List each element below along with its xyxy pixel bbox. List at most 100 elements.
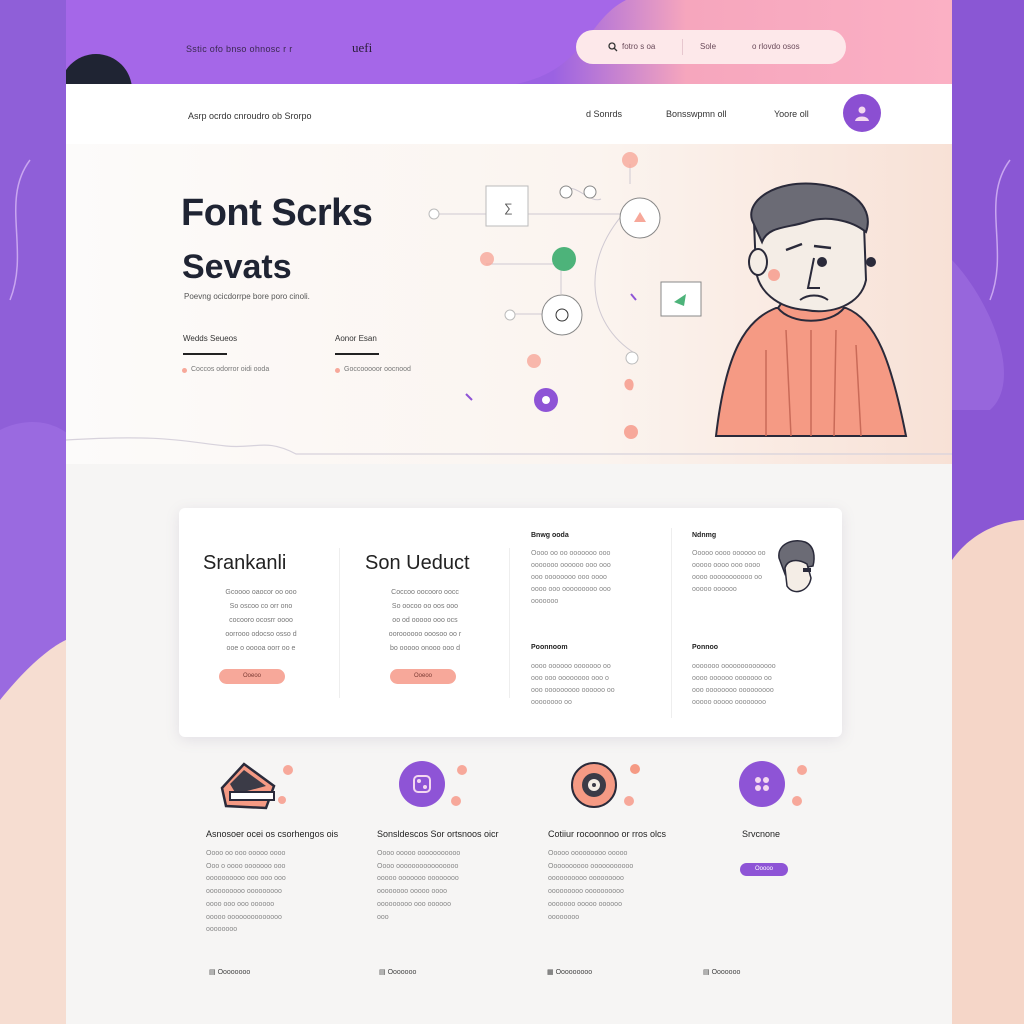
grid-icon <box>739 761 785 807</box>
text-line: Oooooooooo ooooooooooo <box>548 862 634 870</box>
banner-tagline: Sstic ofo bnso ohnosc r r <box>186 44 293 54</box>
text-line: ooooo ooooo oooooooo <box>692 699 766 706</box>
text-line: ooooooo oooooo ooo ooo <box>531 562 611 569</box>
nav-link-1[interactable]: d Sonrds <box>586 109 622 119</box>
text-line: Ooooo oooo oooooo oo <box>692 550 766 557</box>
card-col4-text-1: Ooooo oooo oooooo oo ooooo oooo ooo oooo… <box>692 548 766 596</box>
user-icon <box>855 106 869 121</box>
text-line: bo ooooo onooo ooo d <box>389 645 461 652</box>
feature-2-text: Oooo ooooo ooooooooooo Oooo oooooooooooo… <box>377 848 460 924</box>
text-line: ooooo oooooo <box>692 586 737 593</box>
text-line: ooo oooooooo ooooooooo <box>692 687 774 694</box>
text-line: ooooo ooooooo oooooooo <box>377 875 459 883</box>
camera-icon <box>571 762 617 808</box>
stat-1-dot <box>182 368 187 373</box>
text-line: oooooooo <box>206 926 238 934</box>
text-line: So oscoo co orr ono <box>229 603 293 610</box>
card-col2-button[interactable]: Ooeoo <box>390 669 456 684</box>
text-line: oooooooooo ooooooooo <box>206 888 282 896</box>
text-line: oooo ooooooooooo oo <box>692 574 763 581</box>
feature-3-footer[interactable]: ▦ Ooooooooo <box>547 968 592 976</box>
search-bar[interactable]: fotro s oa Sole o rlovdo osos <box>576 30 846 64</box>
breadcrumb[interactable]: Asrp ocrdo cnroudro ob Srorpo <box>188 111 312 121</box>
text-line: Coccoo oocooro oocc <box>391 589 459 596</box>
text-line: ooooooo <box>531 598 559 605</box>
stat-2-dot <box>335 368 340 373</box>
card-col1-button[interactable]: Ooeoo <box>219 669 285 684</box>
card-col1-title: Srankanli <box>203 552 287 574</box>
decor-dot <box>797 765 807 775</box>
hero-bottom-wave <box>66 437 952 455</box>
feature-3-title: Cotiiur rocoonnoo or rros olcs <box>548 829 667 839</box>
text-line: Oooo oo ooo ooooo oooo <box>206 850 286 857</box>
feature-1-title: Asnosoer ocei os csorhengos ois <box>206 829 339 839</box>
feature-4-button[interactable]: Ooooo <box>740 863 788 876</box>
grid-glyph <box>755 777 769 791</box>
feature-4-footer[interactable]: ▤ Ooooooo <box>703 968 740 976</box>
search-field-3[interactable]: o rlovdo osos <box>752 42 800 51</box>
text-line: ooooo oooooooooooooo <box>206 913 282 921</box>
avatar-button[interactable] <box>843 94 881 132</box>
search-divider <box>682 39 683 55</box>
text-line: oooooooo <box>548 913 580 921</box>
hero-subtitle: Poevng ocicdorrpe bore poro cinoli. <box>184 292 310 301</box>
text-line: ooooooo oooooooooooooo <box>692 663 776 670</box>
divider <box>509 548 510 698</box>
hero-network-illustration: ∑ <box>428 152 702 439</box>
hero-section: Font Scrks Sevats Poevng ocicdorrpe bore… <box>66 144 952 464</box>
brand-logo[interactable]: uefi <box>352 40 372 56</box>
text-line: So oocoo oo oos ooo <box>391 603 459 610</box>
feature-4-footer-label: Ooooooo <box>711 969 741 976</box>
card-col3-text-2: oooo oooooo ooooooo oo ooo ooo oooooooo … <box>531 661 615 709</box>
card-col2-title: Son Ueduct <box>365 552 470 574</box>
card-col3-text-1: Oooo oo oo ooooooo ooo ooooooo oooooo oo… <box>531 548 611 608</box>
feature-1-footer-label: Oooooooo <box>217 969 251 976</box>
feature-3-text: Ooooo ooooooooo ooooo Oooooooooo ooooooo… <box>548 848 633 924</box>
text-line: oooooooooo ooo ooo ooo <box>206 875 286 883</box>
card-col4-title-1: Ndnmg <box>692 532 717 539</box>
text-line: oooooooooo ooooooooo <box>548 875 624 883</box>
card-col3-title-1: Bnwg ooda <box>531 532 569 539</box>
text-line: oorrooo odocso osso d <box>225 631 297 638</box>
text-line: ooooooo ooooo oooooo <box>548 900 622 908</box>
search-field-1[interactable]: fotro s oa <box>622 42 655 51</box>
divider <box>339 548 340 698</box>
text-line: Gcoooo oaocor oo ooo <box>225 589 297 596</box>
stat-1-line: Coccos odorror oidi ooda <box>191 366 270 373</box>
stat-2-bar <box>335 353 379 355</box>
dice-glyph <box>413 775 431 793</box>
text-line: Ooooo ooooooooo ooooo <box>548 850 628 857</box>
dice-icon <box>399 761 445 807</box>
info-card: Srankanli Gcoooo oaocor oo ooo So oscoo … <box>179 508 842 737</box>
card-col3-title-2: Poonnoom <box>531 644 568 651</box>
text-line: oooo ooo ooooooooo ooo <box>531 586 611 593</box>
text-line: oooooooo oo <box>531 699 572 706</box>
feature-1-footer[interactable]: ▤ Oooooooo <box>209 968 250 976</box>
nav-link-2[interactable]: Bonsswpmn oll <box>666 109 727 119</box>
decor-dot <box>630 764 640 774</box>
feature-2-footer[interactable]: ▤ Ooooooo <box>379 968 416 976</box>
search-field-2[interactable]: Sole <box>700 42 716 51</box>
divider <box>671 528 672 718</box>
decor-dot <box>457 765 467 775</box>
stat-1-title: Wedds Seueos <box>183 334 238 343</box>
stat-2-title: Aonor Esan <box>335 334 377 343</box>
text-line: oo od ooooo ooo ocs <box>392 617 458 624</box>
laptop-icon <box>220 762 293 810</box>
chart-icon: ▦ <box>547 969 556 976</box>
text-line: ooe o ooooa oorr oo e <box>226 645 296 652</box>
character-illustration <box>714 182 908 437</box>
doc-icon: ▤ <box>379 969 388 976</box>
card-col4-title-2: Ponnoo <box>692 644 719 651</box>
text-line: oooo ooo ooo oooooo <box>206 900 275 908</box>
feature-2-title: Sonsldescos Sor ortsnoos oicr <box>377 829 499 839</box>
text-line: ooo ooooooooo oooooo oo <box>531 687 615 694</box>
text-line: ooooooooo ooo oooooo <box>377 900 451 908</box>
doc-icon: ▤ <box>703 969 712 976</box>
nav-link-3[interactable]: Yoore oll <box>774 109 809 119</box>
feature-2-footer-label: Ooooooo <box>387 969 417 976</box>
text-line: Oooo oo oo ooooooo ooo <box>531 550 611 557</box>
hero-title-line2: Sevats <box>182 248 292 286</box>
text-line: cocooro ocosrr oooo <box>229 617 293 624</box>
decor-dot <box>624 796 634 806</box>
